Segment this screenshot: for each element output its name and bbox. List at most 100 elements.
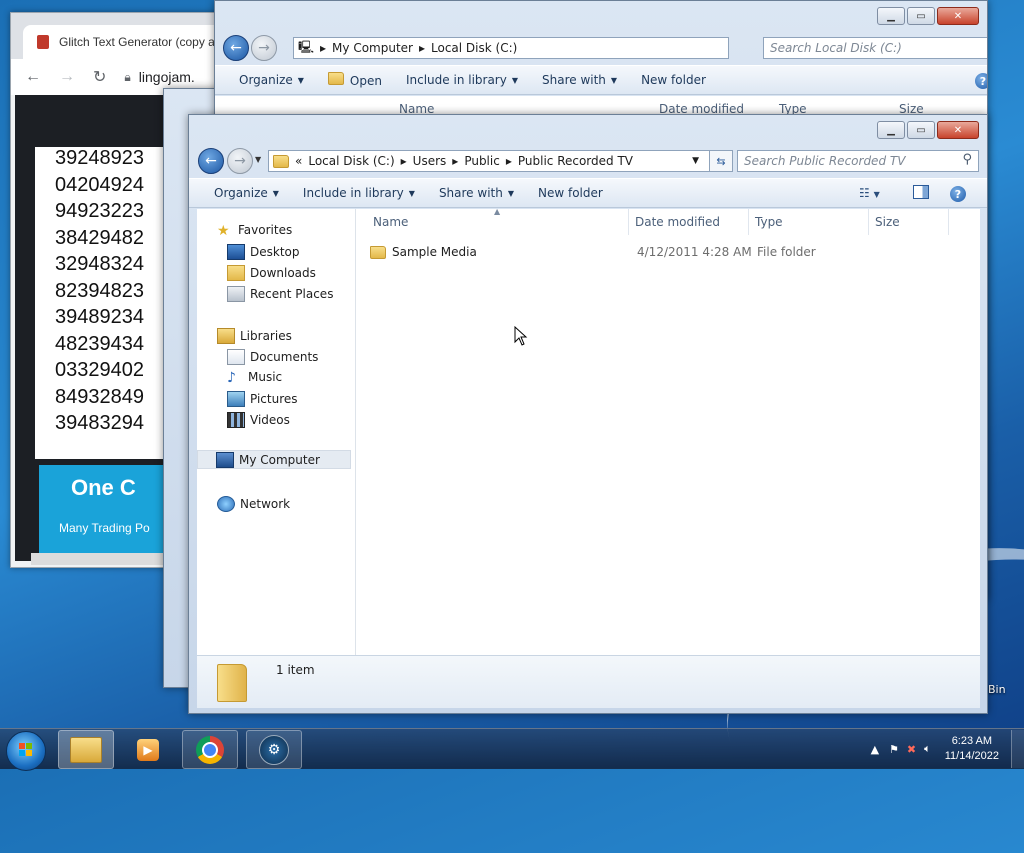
folder-icon	[273, 154, 289, 168]
maximize-button[interactable]: ▭	[907, 121, 935, 139]
help-icon[interactable]: ?	[950, 186, 966, 202]
refresh-button[interactable]: ⇆	[709, 150, 733, 172]
column-header-date[interactable]: Date modified	[635, 209, 720, 235]
clock-time: 6:23 AM	[951, 735, 993, 747]
explorer-window[interactable]: ▁ ▭ ✕ ← → ▼ « Local Disk (C:) ▸ Users ▸ …	[188, 114, 988, 714]
nav-desktop[interactable]: Desktop	[227, 244, 300, 260]
nav-pictures[interactable]: Pictures	[227, 391, 298, 407]
taskbar-chrome[interactable]	[182, 730, 238, 769]
close-button[interactable]: ✕	[937, 7, 979, 25]
computer-icon: 🖳︎	[298, 39, 315, 54]
search-icon[interactable]: ⚲	[986, 39, 987, 54]
nav-downloads[interactable]: Downloads	[227, 265, 316, 281]
nav-favorites[interactable]: ★ Favorites	[217, 223, 292, 239]
chrome-tab-title: Glitch Text Generator (copy an	[59, 35, 222, 49]
navigation-pane: ★ Favorites Desktop Downloads Recent Plac…	[197, 209, 356, 655]
number-line: 82394823	[55, 279, 144, 302]
ad-banner[interactable]: One C Many Trading Po	[39, 465, 179, 553]
minimize-button[interactable]: ▁	[877, 7, 905, 25]
address-crumb-local-disk[interactable]: Local Disk (C:)	[308, 154, 394, 168]
organize-button[interactable]: Organize ▼	[239, 73, 304, 87]
search-input[interactable]: Search Public Recorded TV ⚲	[737, 150, 979, 172]
nav-recent-places[interactable]: Recent Places	[227, 286, 333, 302]
number-line: 03329402	[55, 359, 144, 381]
address-overflow[interactable]: «	[295, 154, 302, 168]
recycle-bin-label[interactable]: Bin	[988, 683, 1006, 696]
lock-icon: 🔒︎	[124, 69, 131, 84]
column-header-name[interactable]: Name	[373, 209, 408, 235]
close-button[interactable]: ✕	[937, 121, 979, 139]
nav-libraries[interactable]: Libraries	[217, 328, 292, 344]
taskbar-media-player[interactable]: ▶	[120, 730, 176, 769]
column-separator[interactable]	[948, 209, 949, 235]
steam-icon: ⚙	[259, 734, 289, 765]
taskbar-explorer[interactable]	[58, 730, 114, 769]
action-center-icon[interactable]: ⚑	[889, 743, 899, 756]
address-bar[interactable]: « Local Disk (C:) ▸ Users ▸ Public ▸ Pub…	[268, 150, 710, 172]
address-crumb[interactable]: Local Disk (C:)	[431, 41, 517, 55]
back-arrow-icon[interactable]: ←	[25, 68, 41, 86]
nav-documents[interactable]: Documents	[227, 349, 318, 365]
share-with-button[interactable]: Share with ▼	[439, 186, 514, 200]
nav-my-computer[interactable]: My Computer	[197, 450, 351, 469]
file-row[interactable]: Sample Media 4/12/2011 4:28 AM File fold…	[370, 241, 970, 263]
forward-button[interactable]: →	[227, 148, 253, 174]
chrome-icon	[196, 735, 224, 764]
back-address-bar[interactable]: 🖳︎ ▸ My Computer ▸ Local Disk (C:)	[293, 37, 729, 59]
minimize-button[interactable]: ▁	[877, 121, 905, 139]
address-dropdown-icon[interactable]: ▼	[692, 156, 699, 166]
nav-network[interactable]: Network	[217, 496, 290, 512]
tray-up-arrow-icon[interactable]: ▲	[871, 743, 879, 756]
search-icon[interactable]: ⚲	[962, 152, 972, 167]
lingojam-favicon-icon	[37, 35, 49, 49]
forward-arrow-icon[interactable]: →	[59, 68, 75, 86]
back-button[interactable]: ←	[198, 148, 224, 174]
column-separator[interactable]	[868, 209, 869, 235]
organize-button[interactable]: Organize ▼	[214, 186, 279, 200]
numbers-text-area[interactable]: 39248923 04204924 94923223 38429482 32948324…	[35, 147, 175, 459]
nav-music[interactable]: ♪ Music	[227, 370, 282, 386]
reload-icon[interactable]: ↻	[93, 67, 106, 87]
chrome-tab[interactable]: Glitch Text Generator (copy an	[23, 25, 231, 59]
recent-pages-dropdown-icon[interactable]: ▼	[255, 155, 261, 164]
preview-pane-icon[interactable]	[913, 185, 929, 199]
address-crumb-users[interactable]: Users	[413, 154, 447, 168]
forward-button[interactable]: →	[251, 35, 277, 61]
number-line: 39248923	[55, 147, 144, 169]
include-in-library-button[interactable]: Include in library ▼	[303, 186, 415, 200]
change-view-icon[interactable]: ☷ ▼	[859, 186, 880, 200]
clock[interactable]: 6:23 AM 11/14/2022	[945, 734, 999, 764]
address-sep: ▸	[418, 41, 426, 55]
network-icon[interactable]: ✖	[907, 743, 916, 756]
number-line: 94923223	[55, 200, 144, 222]
include-in-library-button[interactable]: Include in library ▼	[406, 73, 518, 87]
file-date: 4/12/2011 4:28 AM	[637, 245, 752, 259]
taskbar: ▶ ⚙ ▲ ⚑ ✖ 🔈︎ 6:23 AM 11/14/2022	[0, 728, 1024, 771]
address-crumb[interactable]: My Computer	[332, 41, 413, 55]
address-crumb-public[interactable]: Public	[464, 154, 500, 168]
sort-arrow-icon: ▲	[494, 207, 501, 216]
maximize-button[interactable]: ▭	[907, 7, 935, 25]
new-folder-button[interactable]: New folder	[641, 73, 706, 87]
number-line: 39489234	[55, 306, 144, 328]
back-button[interactable]: ←	[223, 35, 249, 61]
new-folder-button[interactable]: New folder	[538, 186, 603, 200]
start-button[interactable]	[6, 731, 46, 771]
address-crumb-public-recorded-tv[interactable]: Public Recorded TV	[518, 154, 633, 168]
back-search-input[interactable]: Search Local Disk (C:) ⚲	[763, 37, 987, 59]
folder-large-icon	[217, 664, 247, 702]
chrome-url[interactable]: lingojam.	[139, 69, 195, 85]
search-placeholder: Search Local Disk (C:)	[770, 41, 902, 55]
column-separator[interactable]	[748, 209, 749, 235]
help-icon[interactable]: ?	[975, 73, 987, 89]
number-line: 48239434	[55, 332, 144, 355]
show-desktop-button[interactable]	[1011, 730, 1024, 768]
open-button[interactable]: Open	[327, 72, 382, 88]
taskbar-steam[interactable]: ⚙	[246, 730, 302, 769]
nav-videos[interactable]: Videos	[227, 412, 290, 428]
column-separator[interactable]	[628, 209, 629, 235]
share-with-button[interactable]: Share with ▼	[542, 73, 617, 87]
column-header-size[interactable]: Size	[875, 209, 900, 235]
volume-icon[interactable]: 🔈︎	[924, 742, 931, 756]
column-header-type[interactable]: Type	[755, 209, 783, 235]
